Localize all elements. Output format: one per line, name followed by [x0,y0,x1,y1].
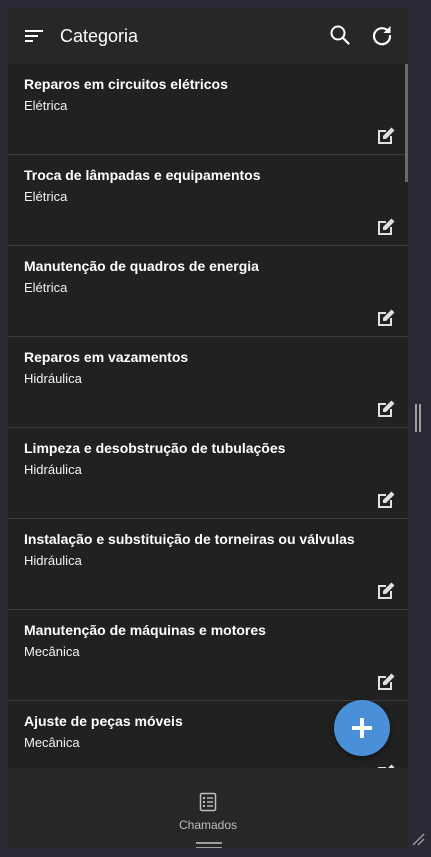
item-category: Elétrica [24,98,68,113]
edit-icon[interactable] [376,490,396,510]
app-bar: Categoria [8,8,408,64]
page-title: Categoria [60,26,139,46]
refresh-icon[interactable] [370,23,394,47]
edit-icon[interactable] [376,399,396,419]
list-item[interactable]: Limpeza e desobstrução de tubulações Hid… [8,428,408,519]
item-title: Instalação e substituição de torneiras o… [24,531,355,547]
list-item[interactable]: Manutenção de máquinas e motores Mecânic… [8,610,408,701]
category-list[interactable]: Reparos em circuitos elétricos Elétrica … [8,64,408,768]
item-title: Limpeza e desobstrução de tubulações [24,440,286,456]
item-category: Hidráulica [24,553,82,568]
scrollbar[interactable] [405,64,408,182]
plus-icon [352,718,372,738]
item-category: Elétrica [24,280,68,295]
item-title: Reparos em circuitos elétricos [24,76,228,92]
item-category: Mecânica [24,644,80,659]
list-item[interactable]: Reparos em vazamentos Hidráulica [8,337,408,428]
list-item[interactable]: Instalação e substituição de torneiras o… [8,519,408,610]
edit-icon[interactable] [376,581,396,601]
item-category: Elétrica [24,189,68,204]
edit-icon[interactable] [376,308,396,328]
list-item[interactable]: Troca de lâmpadas e equipamentos Elétric… [8,155,408,246]
side-drag-handle[interactable] [414,404,422,432]
item-title: Manutenção de máquinas e motores [24,622,266,638]
item-title: Ajuste de peças móveis [24,713,183,729]
nav-label: Chamados [178,818,238,832]
add-button[interactable] [334,700,390,756]
edit-icon[interactable] [376,672,396,692]
edit-icon[interactable] [376,126,396,146]
list-alt-icon [198,792,218,812]
app-window: Categoria Reparos em circuitos elétricos… [8,8,408,848]
resize-grip-icon[interactable] [411,832,425,846]
item-title: Manutenção de quadros de energia [24,258,259,274]
list-item[interactable]: Reparos em circuitos elétricos Elétrica [8,64,408,155]
item-category: Hidráulica [24,462,82,477]
list-item[interactable]: Manutenção de quadros de energia Elétric… [8,246,408,337]
item-category: Mecânica [24,735,80,750]
bottom-drag-handle[interactable] [196,837,222,848]
item-title: Troca de lâmpadas e equipamentos [24,167,261,183]
item-title: Reparos em vazamentos [24,349,189,365]
bottom-navigation: Chamados [8,768,408,848]
item-category: Hidráulica [24,371,82,386]
search-icon[interactable] [328,23,352,47]
edit-icon[interactable] [376,217,396,237]
nav-item-chamados[interactable]: Chamados [158,782,258,832]
menu-icon[interactable] [22,24,46,48]
